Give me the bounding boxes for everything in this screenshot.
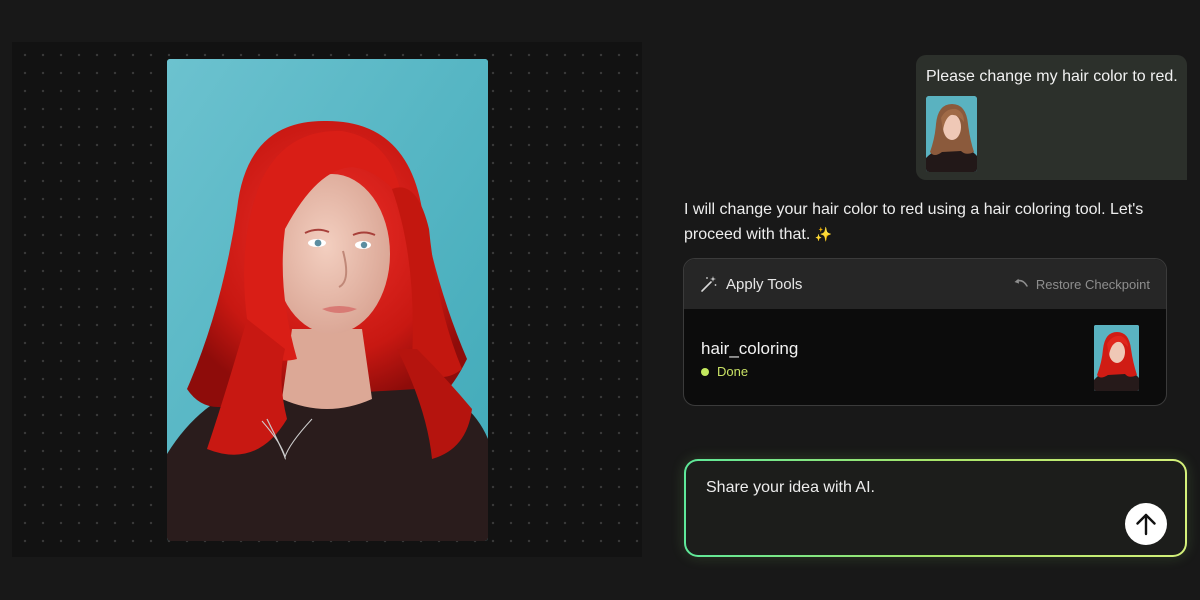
result-thumbnail[interactable] [1094,325,1139,391]
sparkle-icon: ✨ [814,226,833,242]
tool-card-header: Apply Tools Restore Checkpoint [684,259,1166,309]
prompt-input[interactable] [704,475,1108,501]
portrait-brown-hair-image [926,96,977,172]
portrait-red-hair-image [167,59,488,541]
ai-message: I will change your hair color to red usi… [684,197,1154,247]
user-message-bubble: Please change my hair color to red. [916,55,1187,180]
restore-checkpoint-button[interactable]: Restore Checkpoint [1013,277,1150,292]
undo-arrow-icon [1014,278,1028,287]
user-attachment-thumbnail[interactable] [926,96,977,172]
tool-card-body: hair_coloring Done [684,309,1166,405]
image-canvas[interactable] [12,42,642,557]
magic-wand-icon [701,276,717,292]
apply-tools-card: Apply Tools Restore Checkpoint hair_colo… [683,258,1167,406]
ai-message-text: I will change your hair color to red usi… [684,201,1144,243]
portrait-red-hair-thumbnail [1094,325,1139,391]
tool-name: hair_coloring [701,339,799,358]
user-message-text: Please change my hair color to red. [926,68,1178,85]
status-dot-icon [701,367,709,376]
arrow-up-icon [1136,513,1156,536]
send-button[interactable] [1125,503,1167,545]
edited-photo[interactable] [167,59,488,541]
restore-checkpoint-label: Restore Checkpoint [1035,276,1150,292]
prompt-composer [684,459,1187,557]
tool-card-title: Apply Tools [726,275,803,293]
tool-status-label: Done [717,364,749,379]
tool-status: Done [701,364,748,379]
app-root: Please change my hair color to red. I wi… [0,0,1200,600]
